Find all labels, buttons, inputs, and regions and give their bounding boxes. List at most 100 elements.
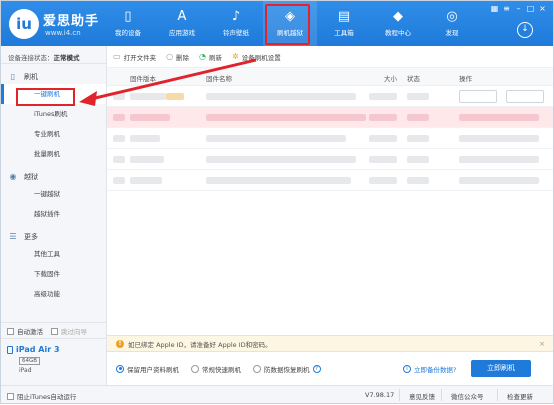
radio-quick-flash[interactable]: 常规快速刷机 bbox=[191, 364, 241, 374]
delete-icon: ○ bbox=[166, 51, 174, 61]
radio-anti-recovery[interactable]: 防数据恢复刷机? bbox=[253, 364, 321, 374]
col-firmware-name: 固件名称 bbox=[206, 75, 232, 83]
cell-size bbox=[369, 156, 397, 163]
cell-version-tag bbox=[166, 93, 184, 100]
device-type: iPad bbox=[19, 367, 32, 374]
close-icon[interactable]: × bbox=[539, 340, 545, 348]
cell-name bbox=[206, 93, 356, 100]
table-row[interactable] bbox=[107, 170, 553, 191]
backup-link[interactable]: i 立即备份数据? bbox=[403, 364, 456, 374]
nav-toolbox[interactable]: ▤ 工具箱 bbox=[317, 1, 371, 46]
table-row[interactable] bbox=[107, 128, 553, 149]
app-store-icon: A bbox=[177, 9, 187, 24]
delete-button[interactable]: ○ 删除 bbox=[166, 52, 189, 62]
graduation-cap-icon: ◆ bbox=[393, 9, 403, 24]
cell-action bbox=[459, 135, 539, 142]
nav-ringtones-wallpapers[interactable]: ♪ 铃声壁纸 bbox=[209, 1, 263, 46]
row-radio bbox=[113, 156, 125, 163]
firmware-list bbox=[107, 86, 553, 191]
nav-apps-games[interactable]: A 应用游戏 bbox=[155, 1, 209, 46]
skip-guide-checkbox[interactable]: 跳过向导 bbox=[51, 326, 87, 336]
cell-status bbox=[407, 156, 429, 163]
download-button[interactable] bbox=[459, 90, 497, 103]
checkbox-box bbox=[51, 328, 58, 335]
cell-size bbox=[369, 114, 397, 121]
sidebar-item-jailbreak-plugins[interactable]: 越狱插件 bbox=[1, 204, 106, 224]
cell-action bbox=[459, 114, 539, 121]
gear-icon: ✲ bbox=[232, 51, 239, 61]
nav-tutorials[interactable]: ◆ 教程中心 bbox=[371, 1, 425, 46]
sidebar-item-one-click-jailbreak[interactable]: 一键越狱 bbox=[1, 184, 106, 204]
divider bbox=[441, 389, 442, 401]
sidebar-item-download-firmware[interactable]: 下载固件 bbox=[1, 264, 106, 284]
checkbox-box bbox=[7, 392, 14, 400]
menu-icon[interactable]: ≡ bbox=[502, 4, 511, 13]
device-name-text: iPad Air 3 bbox=[16, 345, 60, 354]
checkbox-label: 跳过向导 bbox=[61, 327, 87, 336]
cell-status bbox=[407, 114, 429, 121]
status-bar: 阻止iTunes自动运行 V7.98.17 意见反馈 微信公众号 检查更新 bbox=[1, 385, 553, 403]
nav-my-device[interactable]: ▯ 我的设备 bbox=[101, 1, 155, 46]
group-label: 越狱 bbox=[24, 173, 38, 181]
radio-label: 保留用户资料刷机 bbox=[127, 365, 179, 374]
auto-activate-checkbox[interactable]: 自动激活 bbox=[7, 326, 43, 336]
cell-version bbox=[130, 93, 166, 100]
close-icon[interactable]: × bbox=[538, 4, 547, 13]
app-window: iu 爱思助手 www.i4.cn ▯ 我的设备 A 应用游戏 ♪ 铃声壁纸 ◈… bbox=[0, 0, 554, 404]
cell-action bbox=[459, 156, 539, 163]
table-row[interactable] bbox=[107, 86, 553, 107]
row-radio bbox=[113, 135, 125, 142]
block-itunes-checkbox[interactable]: 阻止iTunes自动运行 bbox=[7, 391, 76, 401]
highlight-box-sidebar bbox=[16, 88, 75, 106]
cell-size bbox=[369, 177, 397, 184]
cell-name bbox=[206, 114, 366, 121]
import-button[interactable] bbox=[506, 90, 544, 103]
flash-settings-button[interactable]: ✲ 设备刷机设置 bbox=[232, 52, 281, 62]
divider bbox=[399, 389, 400, 401]
feedback-link[interactable]: 意见反馈 bbox=[409, 391, 435, 401]
ipad-icon bbox=[7, 345, 13, 354]
checkbox-box bbox=[7, 328, 14, 335]
open-folder-button[interactable]: ▭ 打开文件夹 bbox=[113, 52, 156, 62]
nav-label: 我的设备 bbox=[115, 29, 141, 37]
flash-icon: ▯ bbox=[10, 72, 16, 81]
col-firmware-version: 固件版本 bbox=[130, 75, 156, 83]
download-icon[interactable]: ↓ bbox=[517, 22, 533, 38]
flash-now-button[interactable]: 立即刷机 bbox=[471, 360, 531, 377]
minimize-icon[interactable]: – bbox=[514, 4, 523, 13]
help-icon[interactable]: ? bbox=[312, 364, 321, 373]
device-card[interactable]: iPad Air 3 64GB iPad bbox=[1, 338, 107, 385]
folder-icon: ▭ bbox=[113, 51, 121, 61]
row-radio bbox=[113, 93, 125, 100]
check-update-link[interactable]: 检查更新 bbox=[507, 391, 533, 401]
sidebar-item-batch-flash[interactable]: 批量刷机 bbox=[1, 144, 106, 164]
wechat-link[interactable]: 微信公众号 bbox=[451, 391, 484, 401]
radio-keep-data[interactable]: 保留用户资料刷机 bbox=[116, 364, 179, 374]
sidebar-item-other-tools[interactable]: 其他工具 bbox=[1, 244, 106, 264]
sidebar-item-advanced[interactable]: 高级功能 bbox=[1, 284, 106, 304]
maximize-icon[interactable]: □ bbox=[526, 4, 535, 13]
sidebar-group-jailbreak[interactable]: ◉ 越狱 bbox=[1, 164, 106, 184]
status-label: 设备连接状态： bbox=[8, 54, 54, 62]
sidebar-group-more[interactable]: ☰ 更多 bbox=[1, 224, 106, 244]
table-row[interactable] bbox=[107, 107, 553, 128]
radio-dot bbox=[116, 364, 124, 373]
sidebar-item-pro-flash[interactable]: 专业刷机 bbox=[1, 124, 106, 144]
sidebar-group-flash[interactable]: ▯ 刷机 bbox=[1, 64, 106, 84]
brand-name: 爱思助手 bbox=[43, 14, 100, 29]
sidebar-item-itunes-flash[interactable]: iTunes刷机 bbox=[1, 104, 106, 124]
music-wallpaper-icon: ♪ bbox=[231, 9, 241, 24]
cell-version bbox=[130, 156, 164, 163]
cell-action bbox=[459, 177, 539, 184]
skin-icon[interactable]: ▦ bbox=[490, 4, 499, 13]
tip-text: 如已绑定 Apple ID，请准备好 Apple ID和密码。 bbox=[128, 340, 272, 349]
nav-discover[interactable]: ◎ 发现 bbox=[425, 1, 479, 46]
table-row[interactable] bbox=[107, 149, 553, 170]
window-controls: ▦ ≡ – □ × bbox=[490, 4, 547, 13]
version-text: V7.98.17 bbox=[365, 391, 395, 399]
apple-id-tip: ! 如已绑定 Apple ID，请准备好 Apple ID和密码。 × bbox=[107, 335, 553, 352]
button-label: 刷新 bbox=[209, 53, 223, 62]
row-radio bbox=[113, 114, 125, 121]
cell-size bbox=[369, 135, 397, 142]
refresh-button[interactable]: ◔ 刷新 bbox=[199, 52, 222, 62]
